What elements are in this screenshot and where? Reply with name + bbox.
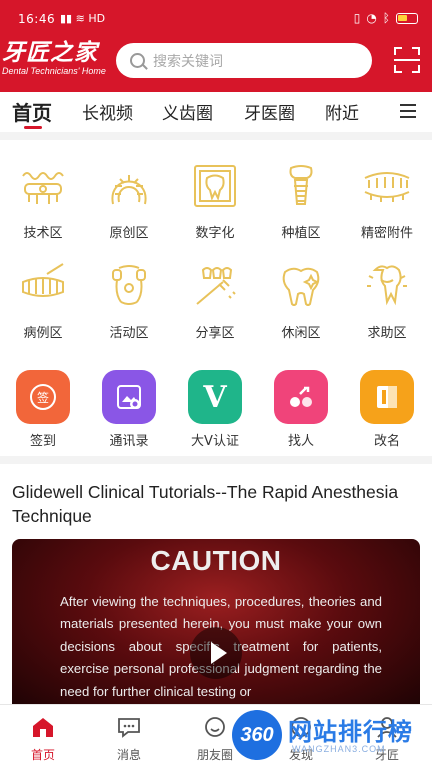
category-label: 分享区 xyxy=(195,326,235,341)
app-shortcut[interactable]: 签 签到 xyxy=(0,370,86,449)
category-item[interactable]: 种植区 xyxy=(258,160,344,241)
search-icon xyxy=(130,53,145,68)
category-label: 求助区 xyxy=(367,326,407,341)
tab-dentist-circle[interactable]: 牙医圈 xyxy=(244,99,295,124)
nav-label: 首页 xyxy=(30,748,55,762)
nav-label: 消息 xyxy=(116,748,141,762)
app-shortcut[interactable]: 通讯录 xyxy=(86,370,172,449)
dental-arch-icon xyxy=(111,175,147,205)
category-item[interactable]: 求助区 xyxy=(344,260,430,341)
verified-v-icon: V xyxy=(188,370,242,424)
battery-icon xyxy=(396,12,418,24)
tooth-root-icon xyxy=(367,265,407,306)
app-logo[interactable]: 牙匠之家 Dental Technicians' Home xyxy=(2,40,106,77)
category-label: 技术区 xyxy=(23,226,63,241)
category-label: 种植区 xyxy=(281,226,321,241)
category-label: 休闲区 xyxy=(281,326,321,341)
channel-tabs: 首页 长视频 义齿圈 牙医圈 附近 xyxy=(0,92,432,132)
tab-nearby[interactable]: 附近 xyxy=(325,99,359,124)
app-label: 大V认证 xyxy=(191,434,239,449)
video-caption: CAUTION xyxy=(150,545,282,576)
find-people-glyph xyxy=(290,386,312,407)
article-card[interactable]: Glidewell Clinical Tutorials--The Rapid … xyxy=(0,464,432,709)
search-input[interactable]: 搜索关键词 xyxy=(116,43,372,78)
app-label: 改名 xyxy=(373,434,400,449)
sign-in-glyph: 签 xyxy=(30,384,56,410)
category-item[interactable]: 休闲区 xyxy=(258,260,344,341)
sign-in-icon: 签 xyxy=(16,370,70,424)
tab-denture-circle[interactable]: 义齿圈 xyxy=(162,99,213,124)
rename-glyph xyxy=(377,386,397,408)
partial-denture-icon xyxy=(112,265,146,305)
tab-home[interactable]: 首页 xyxy=(12,97,52,126)
category-item[interactable]: 病例区 xyxy=(0,260,86,341)
category-label: 原创区 xyxy=(109,226,149,241)
category-item[interactable]: 技术区 xyxy=(0,160,86,241)
logo-cn: 牙匠之家 xyxy=(2,39,98,66)
rename-icon xyxy=(360,370,414,424)
signal-icon: ▮▮ ≋ HD xyxy=(60,12,106,25)
tab-long-video[interactable]: 长视频 xyxy=(82,99,133,124)
watermark-url: WANGZHAN3.COM xyxy=(292,744,386,754)
category-label: 病例区 xyxy=(23,326,63,341)
category-item[interactable]: 原创区 xyxy=(86,160,172,241)
tooth-scan-icon xyxy=(194,165,236,207)
scan-icon[interactable] xyxy=(394,47,420,73)
status-time: 16:46 xyxy=(18,12,56,26)
dental-implant-icon xyxy=(289,165,313,205)
category-item[interactable]: 活动区 xyxy=(86,260,172,341)
bluetooth-icon: ᛒ xyxy=(382,11,390,25)
tab-active-indicator xyxy=(24,126,42,129)
video-thumbnail[interactable]: CAUTION After viewing the techniques, pr… xyxy=(12,539,420,709)
verified-v-glyph: V xyxy=(203,379,227,415)
category-grid: 技术区 原创区 数字化 种植区 精密附件 病例区 活动区 分享区 休闲区 求助区… xyxy=(0,140,432,456)
category-label: 数字化 xyxy=(195,226,235,241)
alarm-icon: ◔ xyxy=(366,11,377,25)
home-icon xyxy=(33,718,53,737)
nav-messages[interactable]: 消息 xyxy=(99,715,159,763)
watermark-title: 网站排行榜 xyxy=(288,718,413,746)
denture-attachment-icon xyxy=(364,172,410,202)
watermark-badge: 360 xyxy=(232,710,282,760)
article-title[interactable]: Glidewell Clinical Tutorials--The Rapid … xyxy=(12,480,420,528)
find-people-icon xyxy=(274,370,328,424)
search-placeholder: 搜索关键词 xyxy=(153,53,223,70)
sparkle-tooth-icon xyxy=(282,267,320,306)
watermark: 360 网站排行榜 WANGZHAN3.COM xyxy=(222,708,428,766)
vibrate-icon: ▯ xyxy=(353,11,361,25)
app-header: 16:46 ▮▮ ≋ HD ▯ ◔ ᛒ 牙匠之家 Dental Technici… xyxy=(0,0,432,92)
network-type: HD xyxy=(88,12,106,25)
app-label: 签到 xyxy=(29,434,56,449)
app-shortcut[interactable]: 找人 xyxy=(258,370,344,449)
logo-en: Dental Technicians' Home xyxy=(2,66,106,76)
nav-home[interactable]: 首页 xyxy=(13,715,73,763)
category-label: 精密附件 xyxy=(360,226,413,241)
status-bar: 16:46 ▮▮ ≋ HD ▯ ◔ ᛒ xyxy=(0,0,432,38)
bridge-teeth-icon xyxy=(22,172,64,204)
play-icon[interactable] xyxy=(190,627,242,679)
status-icons: ▯ ◔ ᛒ xyxy=(354,11,418,25)
sign-in-char: 签 xyxy=(37,390,49,405)
category-item[interactable]: 数字化 xyxy=(172,160,258,241)
category-item[interactable]: 分享区 xyxy=(172,260,258,341)
message-icon xyxy=(118,718,140,738)
menu-icon[interactable] xyxy=(400,104,416,118)
app-shortcut[interactable]: 改名 xyxy=(344,370,430,449)
contacts-glyph xyxy=(117,385,141,409)
app-shortcut[interactable]: V 大V认证 xyxy=(172,370,258,449)
app-label: 找人 xyxy=(287,434,314,449)
toothbrush-icon xyxy=(196,267,236,305)
category-item[interactable]: 精密附件 xyxy=(344,160,430,241)
contacts-icon xyxy=(102,370,156,424)
teeth-case-icon xyxy=(22,263,64,297)
app-label: 通讯录 xyxy=(109,434,149,449)
category-label: 活动区 xyxy=(109,326,149,341)
